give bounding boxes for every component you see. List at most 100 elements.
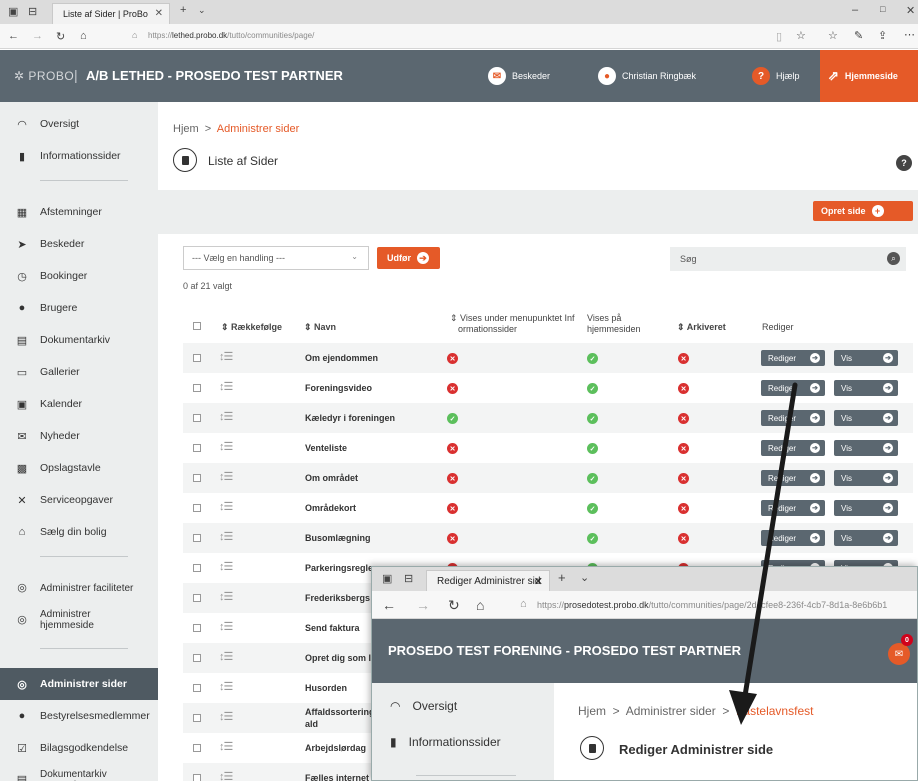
share-icon[interactable]: ⇪	[878, 29, 887, 42]
row-checkbox[interactable]	[193, 444, 201, 452]
view-button[interactable]: Vis ➔	[834, 470, 898, 486]
select-all-checkbox[interactable]	[193, 322, 201, 330]
drag-handle-icon[interactable]: ↕☰	[219, 500, 233, 513]
sidebar-item-7[interactable]: ▤ Dokumentarkiv	[0, 324, 158, 356]
overlay-close-tab-icon[interactable]: ✕	[534, 575, 543, 588]
messages-button[interactable]: ✉ Beskeder	[488, 50, 550, 102]
create-page-button[interactable]: Opret side +	[813, 201, 913, 221]
overlay-home-icon[interactable]: ⌂	[476, 597, 484, 613]
sidebar-item-2[interactable]: ▮ Informationssider	[0, 140, 158, 172]
drag-handle-icon[interactable]: ↕☰	[219, 620, 233, 633]
minimize-icon[interactable]: –	[852, 4, 858, 16]
sidebar-item-6[interactable]: ● Brugere	[0, 292, 158, 324]
user-button[interactable]: ● Christian Ringbæk	[598, 50, 696, 102]
sidebar-item-16[interactable]: ◎ Administrer sider	[0, 668, 158, 700]
drag-handle-icon[interactable]: ↕☰	[219, 770, 233, 781]
row-checkbox[interactable]	[193, 414, 201, 422]
column-order[interactable]: ⇕ Rækkefølge	[221, 322, 282, 333]
execute-button[interactable]: Udfør ➔	[377, 247, 440, 269]
overlay-breadcrumb-home[interactable]: Hjem	[578, 704, 606, 718]
row-checkbox[interactable]	[193, 594, 201, 602]
view-button[interactable]: Vis ➔	[834, 410, 898, 426]
edit-button[interactable]: Rediger ➔	[761, 350, 825, 366]
edit-button[interactable]: Rediger ➔	[761, 380, 825, 396]
column-archived[interactable]: ⇕ Arkiveret	[677, 322, 726, 333]
view-button[interactable]: Vis ➔	[834, 500, 898, 516]
sidebar-item-5[interactable]: ◷ Bookinger	[0, 260, 158, 292]
overlay-browser-tab[interactable]: Rediger Administrer sid ✕	[426, 570, 550, 591]
new-tab-icon[interactable]: +	[180, 4, 186, 16]
drag-handle-icon[interactable]: ↕☰	[219, 740, 233, 753]
overlay-tab-actions-icon[interactable]: ▣	[382, 572, 392, 585]
overlay-sidebar-item-informationssider[interactable]: ▮ Informationssider	[390, 735, 501, 749]
reading-view-icon[interactable]: ▯	[776, 30, 782, 43]
more-icon[interactable]: ⋯	[904, 28, 915, 41]
overlay-sidebar-item-oversigt[interactable]: ◠ Oversigt	[390, 699, 457, 713]
drag-handle-icon[interactable]: ↕☰	[219, 650, 233, 663]
edit-button[interactable]: Rediger ➔	[761, 440, 825, 456]
sidebar-item-18[interactable]: ☑ Bilagsgodkendelse	[0, 732, 158, 764]
back-icon[interactable]: ←	[8, 30, 19, 42]
sidebar-item-14[interactable]: ◎ Administrer faciliteter	[0, 572, 158, 604]
search-icon[interactable]: ⌕	[887, 252, 900, 265]
row-checkbox[interactable]	[193, 654, 201, 662]
drag-handle-icon[interactable]: ↕☰	[219, 350, 233, 363]
search-input[interactable]: Søg ⌕	[670, 247, 906, 271]
overlay-tab-preview-icon[interactable]: ⊟	[404, 572, 413, 585]
column-name[interactable]: ⇕ Navn	[304, 322, 336, 333]
overlay-forward-icon[interactable]: →	[416, 597, 430, 613]
overlay-back-icon[interactable]: ←	[382, 597, 396, 613]
drag-handle-icon[interactable]: ↕☰	[219, 410, 233, 423]
row-checkbox[interactable]	[193, 714, 201, 722]
help-button[interactable]: ? Hjælp	[752, 50, 800, 102]
row-checkbox[interactable]	[193, 684, 201, 692]
refresh-icon[interactable]: ↻	[56, 30, 65, 43]
overlay-messages-icon[interactable]: ✉	[888, 643, 910, 665]
sidebar-item-4[interactable]: ➤ Beskeder	[0, 228, 158, 260]
row-checkbox[interactable]	[193, 384, 201, 392]
row-checkbox[interactable]	[193, 474, 201, 482]
overlay-url-field[interactable]: https://prosedotest.probo.dk/tutto/commu…	[537, 600, 887, 610]
edit-button[interactable]: Rediger ➔	[761, 530, 825, 546]
sidebar-item-15[interactable]: ◎ Administrer hjemmeside	[0, 604, 158, 636]
drag-handle-icon[interactable]: ↕☰	[219, 440, 233, 453]
tab-actions-icon[interactable]: ▣	[8, 5, 18, 18]
drag-handle-icon[interactable]: ↕☰	[219, 590, 233, 603]
drag-handle-icon[interactable]: ↕☰	[219, 560, 233, 573]
edit-button[interactable]: Rediger ➔	[761, 470, 825, 486]
sidebar-item-3[interactable]: ▦ Afstemninger	[0, 196, 158, 228]
page-help-icon[interactable]: ?	[896, 155, 912, 171]
edit-button[interactable]: Rediger ➔	[761, 410, 825, 426]
favorite-star-icon[interactable]: ☆	[796, 29, 806, 42]
breadcrumb-home[interactable]: Hjem	[173, 123, 199, 135]
row-checkbox[interactable]	[193, 504, 201, 512]
overlay-new-tab-icon[interactable]: +	[558, 570, 566, 585]
overlay-breadcrumb-mid[interactable]: Administrer sider	[626, 704, 716, 718]
favorites-list-icon[interactable]: ☆	[828, 29, 838, 42]
overlay-tab-list-icon[interactable]: ⌄	[580, 571, 589, 584]
view-button[interactable]: Vis ➔	[834, 440, 898, 456]
column-home[interactable]: Vises på hjemmesiden	[587, 313, 641, 335]
tab-list-icon[interactable]: ⌄	[198, 5, 206, 16]
url-field[interactable]: https://lethed.probo.dk/tutto/communitie…	[148, 31, 314, 40]
edit-button[interactable]: Rediger ➔	[761, 500, 825, 516]
view-button[interactable]: Vis ➔	[834, 350, 898, 366]
column-menu[interactable]: ⇕ Vises under menupunktet Inf ormationssi…	[450, 313, 574, 335]
row-checkbox[interactable]	[193, 744, 201, 752]
row-checkbox[interactable]	[193, 354, 201, 362]
sidebar-item-13[interactable]: ⌂ Sælg din bolig	[0, 516, 158, 548]
drag-handle-icon[interactable]: ↕☰	[219, 380, 233, 393]
drag-handle-icon[interactable]: ↕☰	[219, 470, 233, 483]
window-close-icon[interactable]: ✕	[906, 4, 915, 17]
sidebar-item-19[interactable]: ▤ Dokumentarkiv Bestyrelse	[0, 764, 158, 781]
row-checkbox[interactable]	[193, 624, 201, 632]
notes-pen-icon[interactable]: ✎	[854, 29, 863, 42]
drag-handle-icon[interactable]: ↕☰	[219, 680, 233, 693]
overlay-refresh-icon[interactable]: ↻	[448, 597, 460, 614]
sidebar-item-8[interactable]: ▭ Gallerier	[0, 356, 158, 388]
close-tab-icon[interactable]: ✕	[155, 8, 163, 19]
view-button[interactable]: Vis ➔	[834, 530, 898, 546]
sidebar-item-17[interactable]: ● Bestyrelsesmedlemmer	[0, 700, 158, 732]
forward-icon[interactable]: →	[32, 30, 43, 42]
browser-tab[interactable]: Liste af Sider | ProBo ✕	[52, 3, 170, 24]
